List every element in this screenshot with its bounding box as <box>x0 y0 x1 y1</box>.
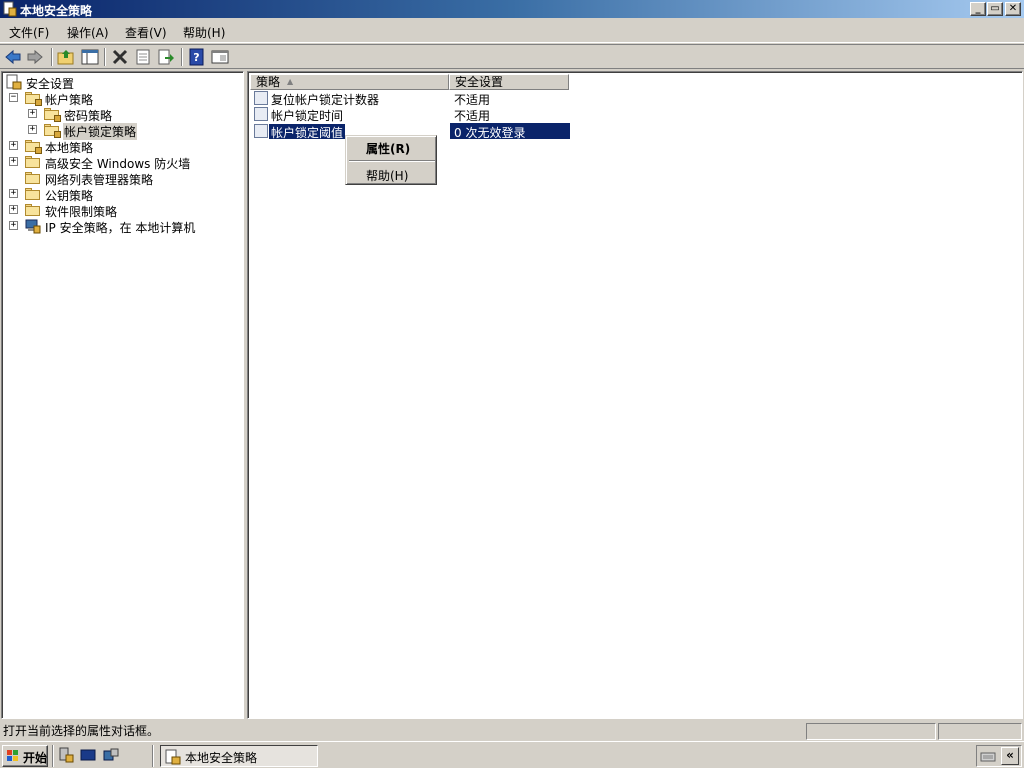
column-header-policy[interactable]: 策略 ▲ <box>250 74 449 90</box>
collapse-icon[interactable]: − <box>9 93 18 102</box>
security-settings-icon <box>6 74 22 90</box>
status-bar: 打开当前选择的属性对话框。 <box>0 722 1024 740</box>
show-hide-tree-icon[interactable] <box>81 48 99 66</box>
policy-icon <box>254 124 268 138</box>
help-icon[interactable]: ? <box>188 48 206 66</box>
taskbar-separator <box>152 745 154 767</box>
explorer-icon[interactable] <box>103 747 119 763</box>
folder-lock-icon <box>25 138 42 154</box>
expand-icon[interactable]: + <box>9 141 18 150</box>
context-menu-help[interactable]: 帮助(H) <box>366 167 408 184</box>
folder-lock-icon <box>44 122 61 138</box>
up-folder-icon[interactable] <box>57 48 75 66</box>
policy-icon <box>254 91 268 105</box>
close-button[interactable]: ✕ <box>1005 2 1021 16</box>
list-row[interactable]: 复位帐户锁定计数器 不适用 <box>252 90 570 107</box>
title-bar: 本地安全策略 _ ▭ ✕ <box>0 0 1024 18</box>
start-label: 开始 <box>23 751 48 765</box>
tree-label: 高级安全 Windows 防火墙 <box>45 157 191 171</box>
folder-lock-icon <box>44 106 61 122</box>
tree-label: 本地策略 <box>45 141 94 155</box>
console-window-icon[interactable] <box>211 48 229 66</box>
window-title: 本地安全策略 <box>20 4 93 18</box>
status-text: 打开当前选择的属性对话框。 <box>3 724 160 738</box>
restore-button[interactable]: ▭ <box>987 2 1003 16</box>
column-header-setting[interactable]: 安全设置 <box>449 74 569 90</box>
column-header-label: 策略 <box>256 75 281 89</box>
svg-text:?: ? <box>193 51 199 64</box>
expand-icon[interactable]: + <box>9 221 18 230</box>
delete-icon[interactable] <box>111 48 129 66</box>
taskbar-window-button[interactable]: 本地安全策略 <box>160 745 318 767</box>
taskbar: 开始 本地安全策略 « <box>0 741 1024 768</box>
expand-icon[interactable]: + <box>9 189 18 198</box>
folder-icon <box>25 202 41 218</box>
toolbar-separator <box>181 48 183 66</box>
toolbar: ? <box>0 44 1024 69</box>
taskbar-window-label: 本地安全策略 <box>185 751 258 765</box>
server-manager-icon[interactable] <box>58 747 74 763</box>
expand-icon[interactable]: + <box>28 125 37 134</box>
ip-security-icon <box>25 219 41 234</box>
export-list-icon[interactable] <box>157 48 175 66</box>
context-menu: 属性(R) 帮助(H) <box>345 135 437 185</box>
menu-bar: 文件(F) 操作(A) 查看(V) 帮助(H) <box>0 19 1024 43</box>
folder-icon <box>25 186 41 202</box>
keyboard-icon[interactable] <box>980 748 996 764</box>
tree-label: 帐户锁定策略 <box>63 123 138 140</box>
powershell-icon[interactable] <box>80 747 96 763</box>
back-arrow-icon[interactable] <box>4 48 22 66</box>
tree-label: 网络列表管理器策略 <box>45 173 154 187</box>
policy-icon <box>254 107 268 121</box>
folder-icon <box>25 154 41 170</box>
policy-name: 帐户锁定时间 <box>271 109 344 123</box>
properties-icon[interactable] <box>134 48 152 66</box>
forward-arrow-icon[interactable] <box>26 48 44 66</box>
windows-flag-icon <box>7 750 18 761</box>
tree-label: IP 安全策略，在 本地计算机 <box>45 221 196 235</box>
status-panel <box>938 723 1022 740</box>
policy-value: 不适用 <box>454 109 491 123</box>
menu-separator <box>349 160 435 162</box>
expand-icon[interactable]: + <box>28 109 37 118</box>
policy-name: 帐户锁定阈值 <box>269 124 346 140</box>
menu-file[interactable]: 文件(F) <box>9 24 49 41</box>
toolbar-separator <box>104 48 106 66</box>
taskbar-separator <box>52 745 54 767</box>
tree-pane: 安全设置 − 帐户策略 + 密码策略 + 帐户锁定策略 + 本地策略 + 高级安… <box>1 71 244 719</box>
folder-icon <box>25 170 41 186</box>
column-header-label: 安全设置 <box>455 75 504 89</box>
system-tray: « <box>976 745 1022 767</box>
security-policy-icon <box>3 1 17 17</box>
expand-icon[interactable]: + <box>9 205 18 214</box>
expand-icon[interactable]: + <box>9 157 18 166</box>
show-hidden-icons-button[interactable]: « <box>1001 747 1019 765</box>
status-panel <box>806 723 936 740</box>
toolbar-separator <box>51 48 53 66</box>
tree-label: 密码策略 <box>64 109 113 123</box>
minimize-button[interactable]: _ <box>970 2 986 16</box>
sort-ascending-icon: ▲ <box>287 77 294 86</box>
security-policy-icon <box>165 749 181 765</box>
menu-view[interactable]: 查看(V) <box>125 24 167 41</box>
list-row[interactable]: 帐户锁定时间 不适用 <box>252 106 570 123</box>
tree-label: 公钥策略 <box>45 189 94 203</box>
menu-help[interactable]: 帮助(H) <box>183 24 225 41</box>
folder-lock-icon <box>25 90 42 106</box>
start-button[interactable]: 开始 <box>2 745 48 767</box>
tree-label: 软件限制策略 <box>45 205 118 219</box>
context-menu-properties[interactable]: 属性(R) <box>366 140 410 157</box>
policy-value: 0 次无效登录 <box>454 126 526 140</box>
menu-action[interactable]: 操作(A) <box>67 24 109 41</box>
